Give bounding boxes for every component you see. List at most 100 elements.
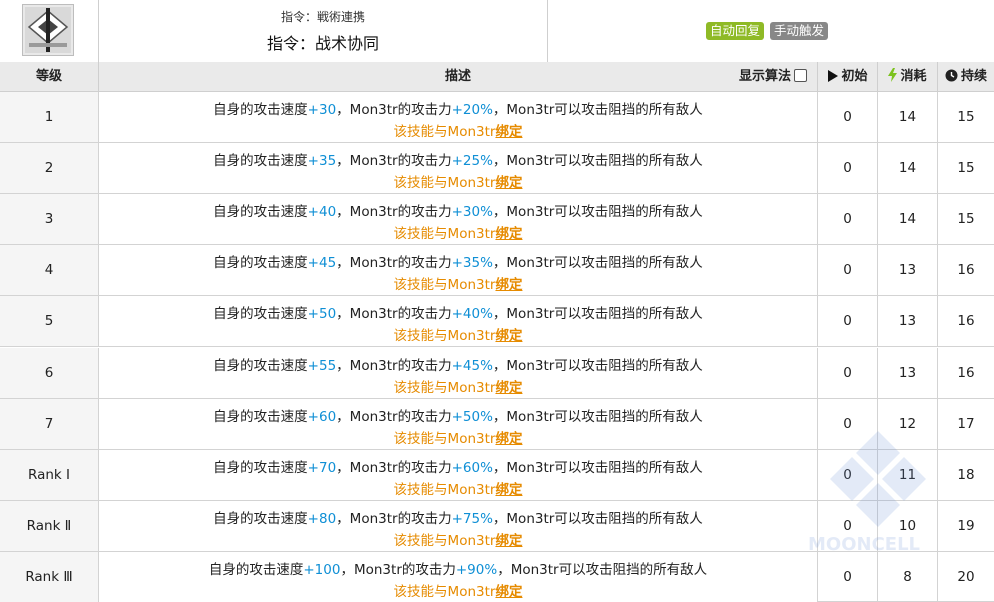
- row-cost-value: 10: [898, 517, 917, 534]
- skill-name-cell: 指令：戦術連携 指令：战术协同: [99, 0, 548, 62]
- row-cost: 14: [878, 194, 938, 245]
- note-text: 该技能与Mon3tr: [393, 277, 496, 294]
- row-cost-value: 13: [898, 313, 917, 330]
- bind-link[interactable]: 绑定: [495, 482, 522, 498]
- row-note: 该技能与Mon3tr绑定: [99, 273, 817, 293]
- bind-link[interactable]: 绑定: [495, 380, 522, 396]
- row-duration: 16: [938, 348, 994, 398]
- row-duration: 18: [938, 450, 994, 500]
- table-row: Rank Ⅲ 自身的攻击速度+100，Mon3tr的攻击力+90%，Mon3tr…: [0, 551, 994, 602]
- row-initial-value: 0: [843, 364, 852, 381]
- row-level-label: 6: [44, 364, 54, 381]
- table-row: 5 自身的攻击速度+50，Mon3tr的攻击力+40%，Mon3tr可以攻击阻挡…: [0, 296, 994, 348]
- row-duration: 16: [938, 245, 994, 295]
- attack-speed-value: +60: [307, 408, 337, 425]
- row-description: 自身的攻击速度+70，Mon3tr的攻击力+60%，Mon3tr可以攻击阻挡的所…: [99, 449, 818, 500]
- note-text: 该技能与Mon3tr: [393, 481, 496, 498]
- row-cost-value: 14: [898, 160, 917, 177]
- row-cost-value: 8: [903, 568, 912, 585]
- row-cost: 13: [878, 296, 938, 347]
- row-level-label: 3: [44, 211, 54, 228]
- row-effect-text: 自身的攻击速度+45，Mon3tr的攻击力+35%，Mon3tr可以攻击阻挡的所…: [99, 251, 817, 271]
- header-cost-label: 消耗: [900, 69, 927, 84]
- skill-name-original: 指令：戦術連携: [280, 10, 365, 24]
- bind-link[interactable]: 绑定: [495, 226, 522, 242]
- header-initial-label: 初始: [841, 69, 868, 84]
- effect-text-3: ，Mon3tr可以攻击阻挡的所有敌人: [492, 459, 703, 476]
- bind-link[interactable]: 绑定: [495, 584, 522, 600]
- row-level: 3: [0, 194, 99, 245]
- effect-text-3: ，Mon3tr可以攻击阻挡的所有敌人: [492, 153, 703, 170]
- table-header: 等级 描述 显示算法 初始 消耗 持续: [0, 62, 994, 92]
- row-duration-value: 16: [957, 313, 975, 330]
- row-initial-value: 0: [843, 415, 852, 432]
- table-row: 7 自身的攻击速度+60，Mon3tr的攻击力+50%，Mon3tr可以攻击阻挡…: [0, 398, 994, 450]
- bind-link[interactable]: 绑定: [495, 277, 522, 293]
- table-row: Rank Ⅱ 自身的攻击速度+80，Mon3tr的攻击力+75%，Mon3tr可…: [0, 500, 994, 552]
- row-cost-value: 14: [898, 109, 917, 125]
- row-cost: 13: [878, 347, 938, 398]
- bind-link[interactable]: 绑定: [495, 124, 522, 140]
- effect-text-2: ，Mon3tr的攻击力: [336, 357, 452, 374]
- row-duration: 16: [938, 296, 994, 346]
- row-duration-value: 15: [957, 109, 975, 125]
- effect-text-3: ，Mon3tr可以攻击阻挡的所有敌人: [492, 306, 703, 323]
- effect-text-3: ，Mon3tr可以攻击阻挡的所有敌人: [492, 357, 703, 374]
- show-formula-label: 显示算法: [738, 69, 791, 84]
- effect-text-3: ，Mon3tr可以攻击阻挡的所有敌人: [492, 255, 703, 272]
- skill-icon-cell: [0, 0, 99, 62]
- row-duration-value: 15: [957, 211, 975, 228]
- header-cost: 消耗: [878, 62, 938, 91]
- attack-speed-value: +35: [307, 153, 337, 170]
- row-duration: 17: [938, 399, 994, 449]
- note-text: 该技能与Mon3tr: [393, 532, 496, 549]
- effect-text-1: 自身的攻击速度: [213, 102, 308, 118]
- row-level-label: Rank Ⅱ: [26, 517, 72, 534]
- row-description: 自身的攻击速度+55，Mon3tr的攻击力+45%，Mon3tr可以攻击阻挡的所…: [99, 347, 818, 398]
- note-text: 该技能与Mon3tr: [393, 124, 496, 140]
- row-initial: 0: [818, 92, 878, 142]
- bind-link[interactable]: 绑定: [495, 328, 522, 344]
- row-note: 该技能与Mon3tr绑定: [99, 580, 817, 600]
- row-description: 自身的攻击速度+40，Mon3tr的攻击力+30%，Mon3tr可以攻击阻挡的所…: [99, 194, 818, 245]
- show-formula-checkbox[interactable]: [794, 69, 807, 82]
- effect-text-2: ，Mon3tr的攻击力: [336, 255, 452, 272]
- attack-value: +40%: [451, 306, 493, 323]
- row-initial: 0: [818, 143, 878, 194]
- bind-link[interactable]: 绑定: [495, 431, 522, 447]
- row-level-label: Rank Ⅰ: [27, 466, 70, 483]
- row-initial-value: 0: [843, 109, 852, 125]
- row-initial: 0: [818, 347, 878, 398]
- row-duration: 20: [938, 552, 994, 602]
- row-duration: 19: [938, 501, 994, 551]
- row-note: 该技能与Mon3tr绑定: [99, 171, 817, 191]
- attack-value: +60%: [451, 459, 493, 476]
- row-level: Rank Ⅱ: [0, 500, 99, 551]
- row-duration-value: 20: [957, 568, 975, 585]
- bind-link[interactable]: 绑定: [495, 533, 522, 549]
- header-description: 描述 显示算法: [99, 62, 818, 91]
- table-row: 3 自身的攻击速度+40，Mon3tr的攻击力+30%，Mon3tr可以攻击阻挡…: [0, 194, 994, 246]
- attack-value: +30%: [451, 204, 493, 221]
- row-level-label: 5: [44, 313, 54, 330]
- show-formula-toggle[interactable]: 显示算法: [739, 62, 807, 91]
- attack-value: +25%: [451, 153, 493, 170]
- row-cost-value: 12: [898, 415, 917, 432]
- row-duration-value: 16: [957, 364, 975, 381]
- effect-text-1: 自身的攻击速度: [213, 306, 308, 323]
- effect-text-3: ，Mon3tr可以攻击阻挡的所有敌人: [497, 561, 708, 578]
- skill-header: 指令：戦術連携 指令：战术协同 自动回复 手动触发: [0, 0, 994, 63]
- row-note: 该技能与Mon3tr绑定: [99, 529, 817, 549]
- row-initial-value: 0: [843, 568, 852, 585]
- attack-speed-value: +45: [307, 255, 337, 272]
- row-note: 该技能与Mon3tr绑定: [99, 120, 817, 140]
- row-effect-text: 自身的攻击速度+40，Mon3tr的攻击力+30%，Mon3tr可以攻击阻挡的所…: [99, 200, 817, 220]
- attack-value: +50%: [451, 408, 493, 425]
- effect-text-1: 自身的攻击速度: [213, 459, 308, 476]
- header-duration-label: 持续: [960, 69, 987, 84]
- row-duration-value: 19: [957, 517, 975, 534]
- attack-value: +20%: [451, 102, 493, 118]
- bind-link[interactable]: 绑定: [495, 175, 522, 191]
- row-initial-value: 0: [843, 211, 852, 228]
- row-description: 自身的攻击速度+35，Mon3tr的攻击力+25%，Mon3tr可以攻击阻挡的所…: [99, 143, 818, 194]
